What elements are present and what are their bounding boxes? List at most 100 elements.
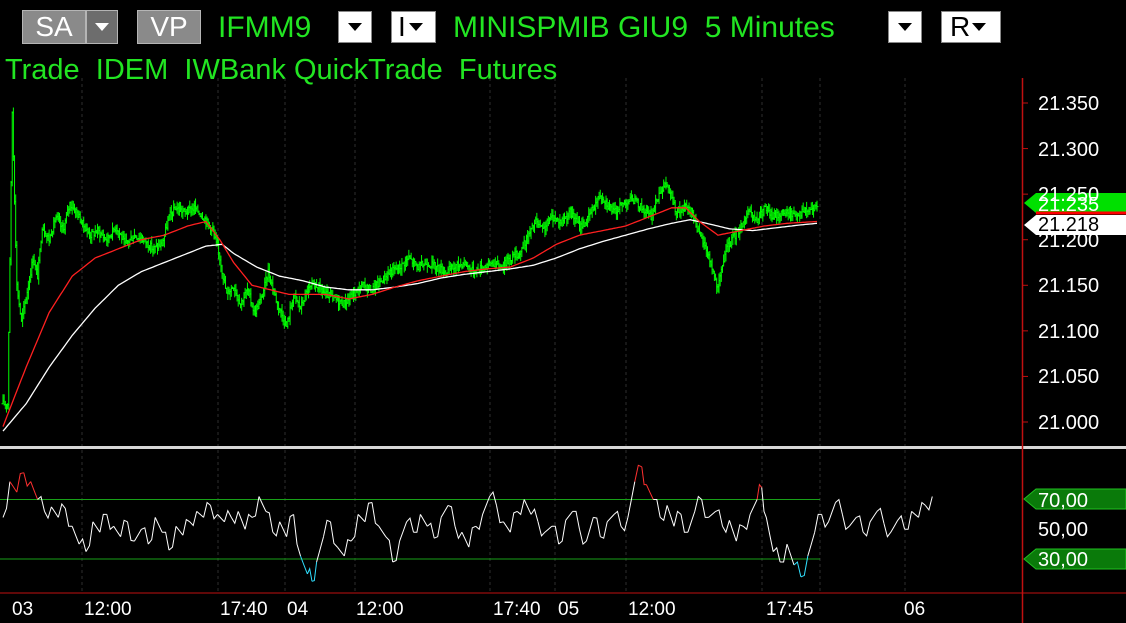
price-tick: 21.350 bbox=[1038, 93, 1100, 115]
rsi-segment bbox=[606, 514, 615, 523]
rsi-segment bbox=[883, 523, 892, 538]
rsi-segment bbox=[579, 529, 587, 546]
rsi-segment bbox=[701, 499, 709, 518]
rsi-segment bbox=[659, 505, 668, 522]
rsi-segment bbox=[265, 510, 274, 533]
rsi-segment bbox=[786, 543, 795, 566]
time-tick: 12:00 bbox=[84, 599, 132, 620]
rsi-segment bbox=[749, 499, 758, 515]
rsi-segment bbox=[530, 508, 539, 522]
rsi-segment bbox=[509, 510, 518, 533]
rsi-segment bbox=[447, 504, 456, 527]
rsi-segment bbox=[641, 466, 647, 486]
rsi-segment bbox=[147, 517, 156, 545]
rsi-segment bbox=[337, 546, 345, 557]
rsi-segment bbox=[645, 484, 654, 500]
rsi-segment bbox=[856, 515, 864, 533]
rsi-segment bbox=[434, 517, 442, 539]
rsi-segment bbox=[279, 521, 288, 537]
price-bar bbox=[8, 257, 12, 333]
rsi-segment bbox=[426, 522, 435, 539]
rsi-segment bbox=[293, 514, 301, 557]
rsi-segment bbox=[44, 506, 52, 520]
time-tick: 17:45 bbox=[766, 599, 814, 620]
rsi-segment bbox=[841, 514, 850, 531]
rsi-segment bbox=[572, 510, 580, 530]
rsi-segment bbox=[544, 525, 553, 533]
rsi-segment bbox=[57, 502, 66, 518]
price-chart[interactable] bbox=[0, 0, 1126, 623]
rsi-segment bbox=[357, 514, 366, 523]
rsi-segment bbox=[708, 511, 716, 518]
rsi-segment bbox=[475, 514, 484, 531]
rsi-segment bbox=[502, 521, 511, 533]
rsi-segment bbox=[890, 520, 899, 533]
price-bar bbox=[9, 180, 13, 266]
rsi-segment bbox=[223, 509, 232, 522]
rsi-segment bbox=[71, 526, 80, 545]
rsi-segment bbox=[793, 561, 802, 578]
rsi-segment bbox=[756, 483, 763, 500]
pane-separator bbox=[0, 446, 1126, 449]
rsi-segment bbox=[828, 502, 836, 522]
rsi-segment bbox=[78, 537, 87, 552]
price-tick: 21.150 bbox=[1038, 275, 1100, 297]
rsi-segment bbox=[687, 511, 696, 533]
rsi-segment bbox=[85, 521, 94, 552]
rsi-segment bbox=[728, 520, 737, 542]
rsi-segment bbox=[203, 501, 211, 518]
rsi-segment bbox=[869, 511, 878, 523]
rsi-segment bbox=[440, 505, 449, 518]
rsi-segment bbox=[694, 495, 703, 512]
rsi-segment bbox=[585, 517, 594, 542]
time-tick: 06 bbox=[904, 599, 926, 620]
rsi-segment bbox=[30, 481, 39, 500]
rsi-segment bbox=[419, 514, 428, 527]
rsi-segment bbox=[92, 521, 101, 533]
price-tick: 21.000 bbox=[1038, 412, 1100, 434]
rsi-segment bbox=[230, 511, 239, 525]
rsi-segment bbox=[371, 502, 380, 527]
rsi-segment bbox=[217, 514, 225, 523]
rsi-segment bbox=[742, 514, 751, 531]
rsi-segment bbox=[306, 567, 313, 582]
rsi-segment bbox=[64, 508, 73, 527]
rsi-segment bbox=[814, 513, 822, 533]
rsi-segment bbox=[558, 520, 567, 545]
rsi-segment bbox=[399, 521, 408, 542]
rsi-segment bbox=[680, 514, 688, 533]
rsi-mid-tick: 50,00 bbox=[1038, 519, 1089, 541]
rsi-segment bbox=[50, 506, 59, 518]
rsi-segment bbox=[735, 524, 744, 542]
rsi-segment bbox=[237, 511, 246, 530]
time-tick: 17:40 bbox=[493, 599, 541, 620]
rsi-segment bbox=[516, 499, 525, 516]
rsi-segment bbox=[496, 505, 504, 524]
rsi-segment bbox=[23, 472, 32, 488]
rsi-segment bbox=[316, 536, 324, 563]
rsi-segment bbox=[182, 518, 191, 536]
rsi-segment bbox=[323, 519, 331, 537]
rsi-segment bbox=[715, 509, 723, 527]
rsi-segment bbox=[364, 502, 373, 522]
rsi-segment bbox=[653, 499, 661, 518]
time-tick: 04 bbox=[287, 599, 309, 620]
time-tick: 03 bbox=[12, 599, 34, 620]
time-tick: 12:00 bbox=[628, 599, 676, 620]
rsi-segment bbox=[911, 511, 919, 518]
rsi-segment bbox=[378, 526, 387, 537]
rsi-segment bbox=[168, 526, 177, 551]
rsi-segment bbox=[807, 532, 816, 557]
rsi-segment bbox=[286, 513, 294, 537]
rsi-segment bbox=[468, 525, 476, 548]
rsi-segment bbox=[897, 514, 906, 530]
rsi-segment bbox=[133, 529, 142, 542]
rsi-segment bbox=[189, 511, 198, 527]
rsi-segment bbox=[311, 561, 318, 582]
rsi-segment bbox=[113, 526, 122, 537]
time-tick: 17:40 bbox=[220, 599, 268, 620]
rsi-segment bbox=[918, 501, 926, 518]
rsi-segment bbox=[848, 517, 857, 527]
rsi-oversold-tag: 30,00 bbox=[1038, 549, 1089, 571]
rsi-segment bbox=[37, 495, 45, 512]
